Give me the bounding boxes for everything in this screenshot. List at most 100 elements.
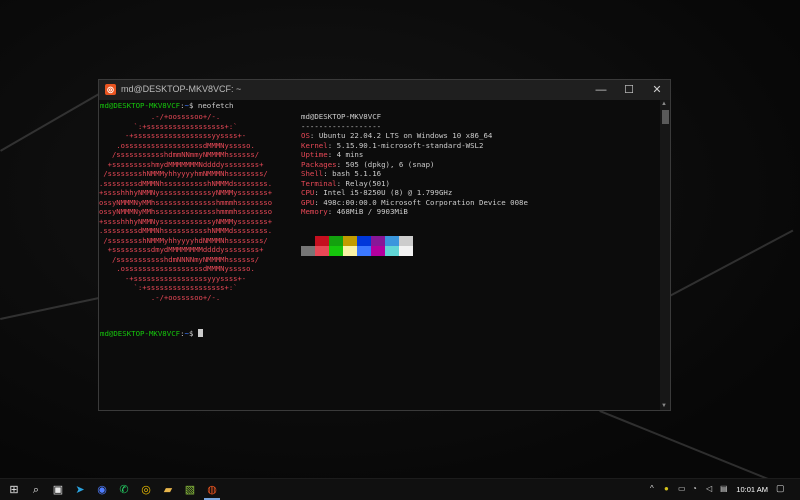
logo-line: `:+ssssssssssssssssss+:` [99,283,238,292]
prompt-line-1: md@DESKTOP-MKV8VCF:~$ neofetch [100,101,234,111]
info-value: bash 5.1.16 [332,169,382,178]
color-swatch [385,236,399,246]
color-swatch [329,236,343,246]
prompt-symbol: $ [189,101,198,110]
info-line-packages: Packages: 505 (dpkg), 6 (snap) [301,159,435,169]
info-line-cpu: CPU: Intel i5-8250U (8) @ 1.799GHz [301,188,453,197]
close-button[interactable]: ✕ [644,80,670,100]
terminal-content[interactable]: md@DESKTOP-MKV8VCF:~$ neofetch .-/+oosss… [99,100,661,410]
logo-line: .-/+oossssoo+/-. [99,112,221,121]
info-line-shell: Shell: bash 5.1.16 [301,169,382,178]
color-swatch [399,246,413,256]
color-swatch [315,236,329,246]
scrollbar-thumb[interactable] [662,110,669,124]
close-icon: ✕ [652,84,662,96]
tray-chevron-icon[interactable]: ^ [650,484,654,493]
info-divider: ------------------ [301,121,382,131]
info-value: 5.15.90.1-microsoft-standard-WSL2 [336,140,484,150]
info-value: Intel i5-8250U (8) @ 1.799GHz [323,188,453,197]
info-value: Ubuntu 22.04.2 LTS on Windows 10 x86_64 [318,131,493,140]
logo-line: .ossssssssssssssssssdMMMNysssso. [99,140,255,150]
logo-line: +sssshhhyNMMNyssssssssssssyNMMMysssssss+ [99,216,273,226]
telegram-icon[interactable]: ➤ [72,482,88,498]
chrome-icon[interactable]: ◎ [138,482,154,498]
info-value: 505 (dpkg), 6 (snap) [345,159,435,169]
info-line-kernel: Kernel: 5.15.90.1-microsoft-standard-WSL… [301,140,484,150]
info-line-uptime: Uptime: 4 mins [301,150,364,159]
color-swatch [301,246,315,256]
prompt-user: md@DESKTOP-MKV8VCF [100,101,181,110]
minimize-button[interactable]: — [588,80,614,100]
info-key: Uptime [301,150,328,159]
language-icon[interactable]: ▤ [720,484,728,493]
terminal-window[interactable]: ◎ md@DESKTOP-MKV8VCF: ~ — ☐ ✕ md@DESKTOP… [98,79,671,411]
info-key: OS [301,131,310,140]
battery-icon[interactable]: ▭ [678,484,686,493]
notification-icon[interactable]: ▢ [776,483,785,494]
color-palette [301,236,413,293]
color-swatch [301,236,315,246]
wallpaper-streak [0,85,114,152]
logo-line: .ossssssssssssssssssdMMMNysssso. [99,264,255,273]
info-key: Memory [301,207,328,216]
info-key: Terminal [301,178,337,188]
whatsapp-icon[interactable]: ✆ [116,482,132,498]
command-text: neofetch [197,101,234,110]
color-swatch [371,246,385,256]
logo-line: /ssssssssssshdmmNNmmyNMMMMhssssss/ [99,150,260,159]
color-swatch [315,246,329,256]
prompt-user: md@DESKTOP-MKV8VCF [100,329,181,338]
windows-start-icon[interactable]: ⊞ [6,482,22,498]
info-key: CPU [301,188,315,197]
logo-line: .-/+oossssoo+/-. [99,292,221,302]
sticky-notes-icon[interactable]: ▧ [182,482,198,498]
logo-line: +sssssssssdmydMMMMMMMMddddyssssssss+ [99,245,264,254]
info-key: Packages [301,159,337,169]
text-cursor [197,329,203,337]
info-key: GPU [301,197,315,207]
info-line-os: OS: Ubuntu 22.04.2 LTS on Windows 10 x86… [301,131,493,140]
ubuntu-terminal-icon[interactable]: ◍ [204,482,220,498]
info-key: Kernel [301,140,328,150]
color-swatch [343,236,357,246]
task-view-icon[interactable]: ▣ [50,482,66,498]
logo-line: +ssssssssshmydMMMMMMMNddddyssssssss+ [99,159,264,169]
wallpaper-streak [0,295,109,320]
logo-line: /sssssssshNMMMyhhyyyyhmNMMMNhssssssss/ [99,169,268,178]
volume-icon[interactable]: ◁ [706,484,712,493]
logo-line: +sssshhhyNMMNyssssssssssssyNMMMysssssss+ [99,188,273,197]
scroll-down-icon[interactable]: ▼ [661,403,667,409]
color-swatch [329,246,343,256]
window-title: md@DESKTOP-MKV8VCF: ~ [121,84,242,94]
logo-line: ossyNMMMNyMMhsssssssssssssshmmmhssssssso [99,207,273,216]
prompt-symbol: $ [189,329,198,338]
color-swatch [357,236,371,246]
wallpaper-streak [660,229,794,302]
vertical-scrollbar[interactable]: ▲ ▼ [660,100,670,410]
logo-line: -+ssssssssssssssssssyyssss+- [99,131,247,140]
title-bar[interactable]: ◎ md@DESKTOP-MKV8VCF: ~ — ☐ ✕ [99,80,670,100]
ubuntu-app-icon: ◎ [105,84,116,95]
logo-line: .ssssssssdMMMNhsssssssssshNMMMdssssssss. [99,226,273,235]
info-value: 498c:00:00.0 Microsoft Corporation Devic… [323,197,528,207]
logo-line: /sssssssshNMMMyhhyyyyhdNMMMNhssssssss/ [99,235,268,245]
logo-line: .ssssssssdMMMNhsssssssssshNMMMdssssssss. [99,178,273,188]
color-swatch [399,236,413,246]
search-icon[interactable]: ⌕ [28,482,44,498]
wifi-icon[interactable]: ◔ [692,484,697,493]
info-line-terminal: Terminal: Relay(501) [301,178,391,188]
wallpaper-streak [599,410,786,478]
scroll-up-icon[interactable]: ▲ [661,101,667,107]
maximize-icon: ☐ [624,84,634,96]
logo-line: -+sssssssssssssssssyyyssss+- [99,273,247,283]
file-explorer-icon[interactable]: ▰ [160,482,176,498]
taskbar-clock[interactable]: 10:01 AM [736,485,768,494]
info-header: md@DESKTOP-MKV8VCF [301,112,382,121]
prompt-line-2: md@DESKTOP-MKV8VCF:~$ [100,329,203,339]
color-swatch [371,236,385,246]
maximize-button[interactable]: ☐ [616,80,642,100]
info-line-memory: Memory: 468MiB / 9903MiB [301,207,408,216]
messenger-icon[interactable]: ◉ [94,482,110,498]
tray-app-icon[interactable]: ● [664,484,669,493]
color-swatch [357,246,371,256]
